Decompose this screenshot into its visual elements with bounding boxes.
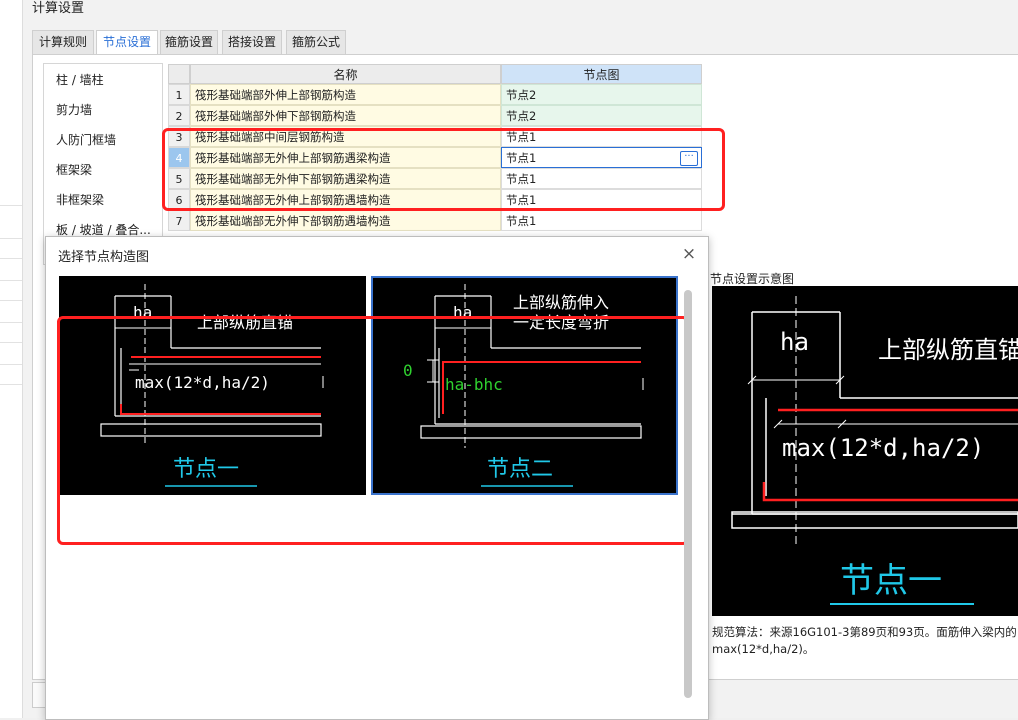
row-number: 7	[168, 210, 190, 231]
tab-node-settings[interactable]: 节点设置	[96, 30, 158, 55]
tab-calc-rules[interactable]: 计算规则	[32, 30, 94, 54]
tab-stirrup-settings[interactable]: 箍筋设置	[160, 30, 218, 54]
preview-drawing: ha 上部纵筋直锚 max(12*d,ha/2) 节点一	[731, 296, 1018, 605]
dialog-title: 选择节点构造图	[58, 250, 150, 265]
sidebar-item-shear-wall[interactable]: 剪力墙	[56, 100, 92, 120]
preview-formula: max(12*d,ha/2)	[782, 434, 984, 462]
sidebar-item-civil-defense-wall[interactable]: 人防门框墙	[56, 130, 116, 150]
row-name-cell[interactable]: 筏形基础端部外伸下部钢筋构造	[190, 105, 501, 126]
column-header-node[interactable]: 节点图	[501, 64, 702, 84]
algorithm-description: 规范算法：来源16G101-3第89页和93页。面筋伸入梁内的max(12*d,…	[712, 625, 1017, 656]
row-node-cell[interactable]: 节点2	[501, 105, 702, 126]
dialog-scrollbar[interactable]	[684, 290, 692, 698]
row-name-cell[interactable]: 筏形基础端部无外伸下部钢筋遇墙构造	[190, 210, 501, 231]
row-node-cell[interactable]: 节点1	[501, 210, 702, 231]
window-title: 计算设置	[32, 1, 85, 16]
highlight-annotation-rows	[162, 128, 725, 211]
tab-lap-settings[interactable]: 搭接设置	[222, 30, 282, 54]
row-number: 2	[168, 105, 190, 126]
left-edge-panel	[0, 0, 23, 718]
close-icon[interactable]: ×	[680, 245, 698, 263]
component-sidebar: 柱 / 墙柱 剪力墙 人防门框墙 框架梁 非框架梁 板 / 坡道 / 叠合...	[43, 63, 163, 265]
column-header-name[interactable]: 名称	[190, 64, 501, 84]
tab-stirrup-formula[interactable]: 箍筋公式	[286, 30, 346, 54]
sidebar-item-column[interactable]: 柱 / 墙柱	[56, 70, 104, 90]
row-node-cell[interactable]: 节点2	[501, 84, 702, 105]
preview-anchor-label: 上部纵筋直锚	[878, 336, 1018, 364]
option-2-label-line1: 上部纵筋伸入	[513, 293, 609, 312]
preview-title: 节点设置示意图	[710, 272, 795, 286]
preview-ha-label: ha	[780, 328, 809, 356]
sidebar-item-frame-beam[interactable]: 框架梁	[56, 160, 92, 180]
row-name-cell[interactable]: 筏形基础端部外伸上部钢筋构造	[190, 84, 501, 105]
row-number: 1	[168, 84, 190, 105]
node-preview-diagram: ha 上部纵筋直锚 max(12*d,ha/2) 节点一	[712, 286, 1018, 616]
sidebar-item-non-frame-beam[interactable]: 非框架梁	[56, 190, 104, 210]
preview-caption: 节点一	[840, 561, 942, 601]
highlight-annotation-options	[57, 316, 689, 545]
row-number-header	[168, 64, 190, 84]
